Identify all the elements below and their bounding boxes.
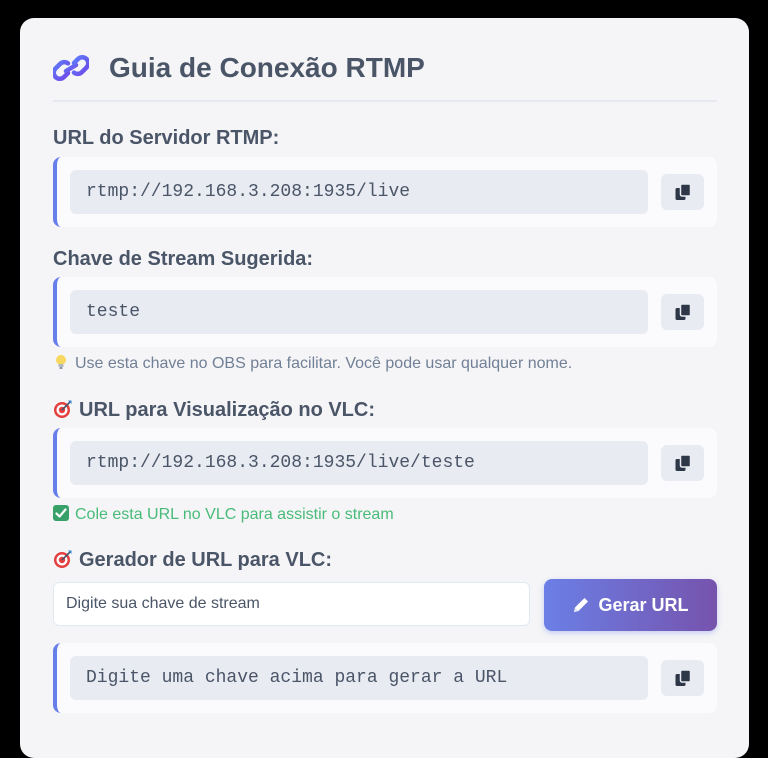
- copy-icon: [675, 454, 692, 471]
- stream-key-hint: Use esta chave no OBS para facilitar. Vo…: [53, 354, 572, 374]
- vlc-url-label: URL para Visualização no VLC:: [53, 398, 375, 422]
- copy-icon: [675, 183, 692, 200]
- link-icon: [53, 55, 89, 81]
- stream-key-input[interactable]: [53, 582, 530, 626]
- stream-key-box: teste: [53, 277, 717, 347]
- vlc-url-hint: Cole esta URL no VLC para assistir o str…: [53, 505, 394, 525]
- copy-rtmp-server-button[interactable]: [661, 174, 704, 210]
- pencil-icon: [574, 597, 589, 612]
- stream-key-value[interactable]: teste: [70, 290, 648, 334]
- card-header: Guia de Conexão RTMP: [53, 18, 717, 102]
- copy-vlc-url-button[interactable]: [661, 445, 704, 481]
- checkmark-icon: [53, 505, 69, 521]
- stream-key-label: Chave de Stream Sugerida:: [53, 248, 314, 270]
- generate-url-button-label: Gerar URL: [598, 594, 689, 615]
- copy-stream-key-button[interactable]: [661, 294, 704, 330]
- rtmp-server-box: rtmp://192.168.3.208:1935/live: [53, 157, 717, 227]
- page-title: Guia de Conexão RTMP: [109, 52, 425, 83]
- copy-icon: [675, 669, 692, 686]
- generate-url-button[interactable]: Gerar URL: [544, 579, 717, 631]
- copy-icon: [675, 303, 692, 320]
- vlc-url-label-text: URL para Visualização no VLC:: [79, 399, 376, 421]
- generator-label: Gerador de URL para VLC:: [53, 548, 332, 572]
- target-icon: [54, 550, 72, 568]
- target-icon: [54, 400, 72, 418]
- vlc-url-box: rtmp://192.168.3.208:1935/live/teste: [53, 428, 717, 498]
- generated-url-value[interactable]: Digite uma chave acima para gerar a URL: [70, 656, 648, 700]
- vlc-url-value[interactable]: rtmp://192.168.3.208:1935/live/teste: [70, 441, 648, 485]
- generator-label-text: Gerador de URL para VLC:: [79, 549, 333, 571]
- vlc-url-hint-text: Cole esta URL no VLC para assistir o str…: [75, 506, 394, 523]
- rtmp-server-label: URL do Servidor RTMP:: [53, 127, 280, 149]
- stream-key-hint-text: Use esta chave no OBS para facilitar. Vo…: [75, 355, 573, 372]
- lightbulb-icon: [56, 355, 66, 369]
- rtmp-server-url[interactable]: rtmp://192.168.3.208:1935/live: [70, 170, 648, 214]
- rtmp-guide-card: Guia de Conexão RTMP URL do Servidor RTM…: [20, 18, 749, 758]
- generated-url-box: Digite uma chave acima para gerar a URL: [53, 643, 717, 713]
- copy-generated-url-button[interactable]: [661, 660, 704, 696]
